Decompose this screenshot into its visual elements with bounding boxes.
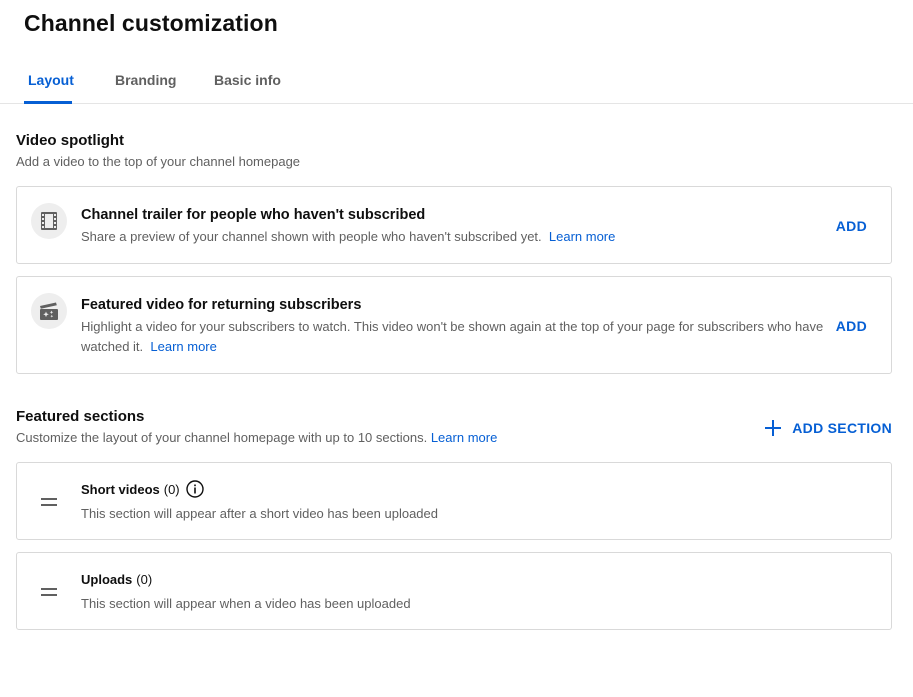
featured-video-learn-more-link[interactable]: Learn more bbox=[150, 339, 216, 354]
channel-trailer-description: Share a preview of your channel shown wi… bbox=[81, 227, 831, 247]
tab-layout[interactable]: Layout bbox=[28, 72, 74, 88]
drag-handle-icon[interactable] bbox=[41, 498, 59, 506]
tab-basic-info[interactable]: Basic info bbox=[214, 72, 281, 88]
plus-icon bbox=[765, 420, 782, 436]
channel-trailer-card: Channel trailer for people who haven't s… bbox=[16, 186, 892, 264]
add-section-label: ADD SECTION bbox=[792, 420, 892, 436]
uploads-heading: Uploads (0) bbox=[81, 572, 152, 587]
featured-sections-description: Customize the layout of your channel hom… bbox=[16, 430, 497, 445]
page-title: Channel customization bbox=[24, 10, 278, 36]
short-videos-heading: Short videos (0) bbox=[81, 480, 204, 498]
short-videos-title: Short videos bbox=[81, 481, 160, 497]
active-tab-indicator bbox=[24, 101, 72, 104]
section-short-videos: Short videos (0) This section will appea… bbox=[16, 462, 892, 540]
uploads-description: This section will appear when a video ha… bbox=[81, 596, 411, 611]
info-icon[interactable] bbox=[185, 480, 204, 498]
featured-video-card: Featured video for returning subscribers… bbox=[16, 276, 892, 374]
channel-trailer-learn-more-link[interactable]: Learn more bbox=[549, 229, 615, 244]
uploads-count: (0) bbox=[136, 572, 153, 587]
channel-trailer-title: Channel trailer for people who haven't s… bbox=[81, 207, 426, 223]
drag-handle-icon[interactable] bbox=[41, 588, 59, 596]
video-spotlight-title: Video spotlight bbox=[16, 132, 125, 149]
tab-branding[interactable]: Branding bbox=[115, 72, 176, 88]
film-icon bbox=[31, 203, 67, 239]
featured-sections-title: Featured sections bbox=[16, 408, 145, 425]
short-videos-description: This section will appear after a short v… bbox=[81, 506, 438, 521]
featured-sections-description-text: Customize the layout of your channel hom… bbox=[16, 430, 428, 445]
short-videos-count: (0) bbox=[163, 481, 180, 497]
featured-sections-learn-more-link[interactable]: Learn more bbox=[431, 430, 497, 445]
sparkle-clapper-icon bbox=[31, 293, 67, 329]
add-featured-video-button[interactable]: ADD bbox=[836, 318, 867, 334]
add-channel-trailer-button[interactable]: ADD bbox=[836, 218, 867, 234]
channel-trailer-description-text: Share a preview of your channel shown wi… bbox=[81, 229, 542, 244]
featured-video-description: Highlight a video for your subscribers t… bbox=[81, 317, 831, 357]
tab-bar: Layout Branding Basic info bbox=[0, 60, 913, 104]
section-uploads: Uploads (0) This section will appear whe… bbox=[16, 552, 892, 630]
featured-video-title: Featured video for returning subscribers bbox=[81, 297, 362, 313]
add-section-button[interactable]: ADD SECTION bbox=[765, 420, 892, 436]
video-spotlight-description: Add a video to the top of your channel h… bbox=[16, 154, 301, 169]
uploads-title: Uploads bbox=[81, 572, 133, 587]
